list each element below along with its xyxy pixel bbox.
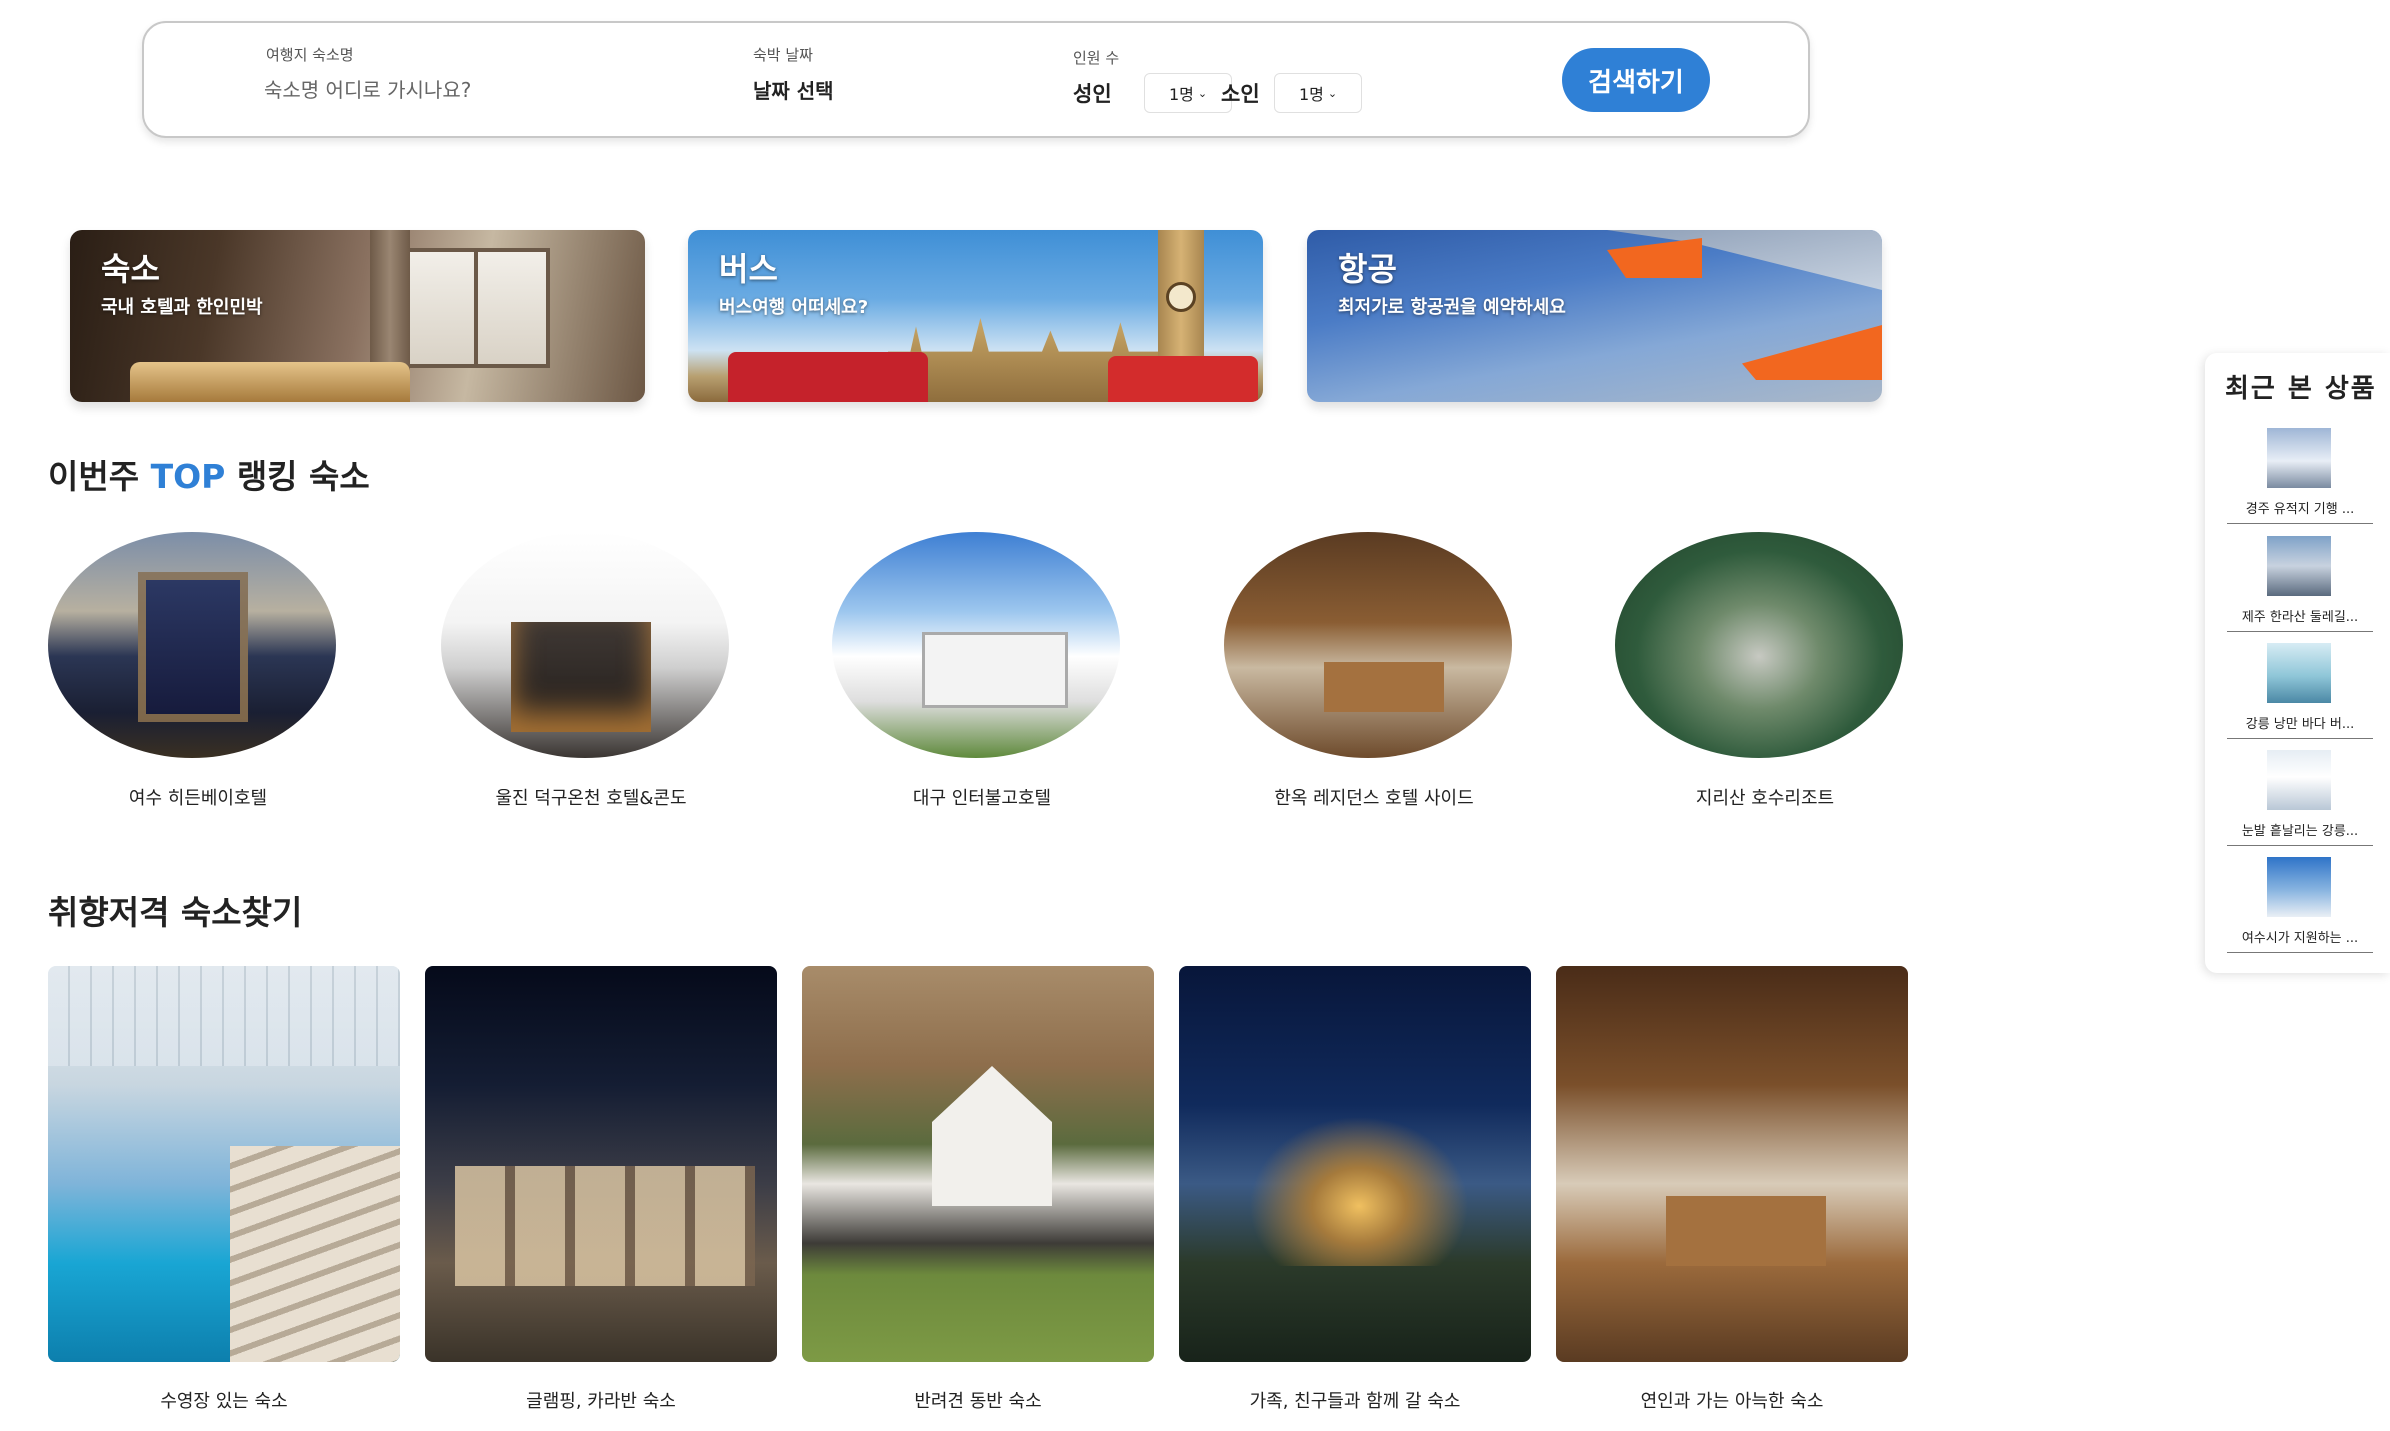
destination-label: 여행지 숙소명 xyxy=(266,46,354,64)
search-button[interactable]: 검색하기 xyxy=(1562,48,1710,112)
taste-card-label: 연인과 가는 아늑한 숙소 xyxy=(1640,1391,1824,1412)
recent-product-label: 눈발 흩날리는 강릉... xyxy=(2241,824,2359,839)
recent-product-item[interactable]: 여수시가 지원하는 ... xyxy=(2227,849,2373,953)
chevron-down-icon: ⌄ xyxy=(1197,86,1208,100)
recent-products-panel: 최근 본 상품 경주 유적지 기행 ... 제주 한라산 둘레길... 강릉 낭… xyxy=(2205,353,2390,973)
recent-products-title: 최근 본 상품 xyxy=(2225,374,2377,404)
search-bar: 여행지 숙소명 숙박 날짜 날짜 선택 인원 수 성인 1명 ⌄ 소인 1명 ⌄… xyxy=(142,21,1810,138)
taste-card-label: 수영장 있는 숙소 xyxy=(160,1391,288,1412)
ranking-section-title: 이번주 TOP 랭킹 숙소 xyxy=(48,450,370,498)
ranking-item-name: 여수 히든베이호텔 xyxy=(128,788,268,809)
recent-product-thumbnail xyxy=(2267,428,2331,488)
ranking-title-suffix: 랭킹 숙소 xyxy=(225,457,370,496)
banner-subtitle: 최저가로 항공권을 예약하세요 xyxy=(1338,297,1566,318)
recent-product-item[interactable]: 눈발 흩날리는 강릉... xyxy=(2227,742,2373,846)
recent-product-thumbnail xyxy=(2267,857,2331,917)
recent-product-label: 강릉 낭만 바다 버... xyxy=(2245,717,2355,732)
wingtip-image xyxy=(1742,325,1882,380)
ranking-item[interactable]: 지리산 호수리조트 xyxy=(1615,532,1915,809)
recent-product-label: 경주 유적지 기행 ... xyxy=(2245,502,2355,517)
taste-card[interactable]: 반려견 동반 숙소 xyxy=(802,966,1154,1412)
child-count-value: 1명 xyxy=(1298,85,1324,104)
guest-label: 인원 수 xyxy=(1073,49,1120,67)
taste-card[interactable]: 가족, 친구들과 함께 갈 숙소 xyxy=(1179,966,1531,1412)
hanok-room-photo xyxy=(1556,966,1908,1362)
wingtip-image xyxy=(1607,238,1702,278)
recent-product-thumbnail xyxy=(2267,536,2331,596)
glamping-photo xyxy=(425,966,777,1362)
pool-photo xyxy=(48,966,400,1362)
taste-card[interactable]: 글램핑, 카라반 숙소 xyxy=(425,966,777,1412)
recent-product-item[interactable]: 경주 유적지 기행 ... xyxy=(2227,420,2373,524)
banner-title: 버스 xyxy=(719,250,778,288)
window-image xyxy=(400,248,550,368)
family-resort-photo xyxy=(1179,966,1531,1362)
taste-card[interactable]: 수영장 있는 숙소 xyxy=(48,966,400,1412)
recent-product-item[interactable]: 강릉 낭만 바다 버... xyxy=(2227,635,2373,739)
ranking-item[interactable]: 한옥 레지던스 호텔 사이드 xyxy=(1224,532,1524,809)
chevron-down-icon: ⌄ xyxy=(1327,86,1338,100)
taste-section-title: 취향저격 숙소찾기 xyxy=(48,893,303,932)
adult-count-select[interactable]: 1명 ⌄ xyxy=(1144,73,1232,113)
bed-image xyxy=(130,362,410,402)
hotel-photo xyxy=(441,532,729,758)
taste-card-label: 글램핑, 카라반 숙소 xyxy=(526,1391,676,1412)
date-label: 숙박 날짜 xyxy=(753,46,813,64)
ranking-item-name: 대구 인터불고호텔 xyxy=(912,788,1052,809)
hotel-photo xyxy=(1224,532,1512,758)
recent-product-thumbnail xyxy=(2267,750,2331,810)
banner-subtitle: 국내 호텔과 한인민박 xyxy=(101,297,263,318)
pet-friendly-photo xyxy=(802,966,1154,1362)
taste-card-label: 반려견 동반 숙소 xyxy=(914,1391,1042,1412)
double-decker-bus-image xyxy=(1108,356,1258,402)
banner-subtitle: 버스여행 어떠세요? xyxy=(719,297,869,318)
adult-count-value: 1명 xyxy=(1168,85,1194,104)
hotel-photo xyxy=(48,532,336,758)
recent-product-item[interactable]: 제주 한라산 둘레길... xyxy=(2227,528,2373,632)
hotel-photo xyxy=(1615,532,1903,758)
ranking-title-prefix: 이번주 xyxy=(48,457,151,496)
ranking-title-accent: TOP xyxy=(150,457,226,496)
banner-stay[interactable]: 숙소 국내 호텔과 한인민박 xyxy=(70,230,645,402)
child-label: 소인 xyxy=(1221,82,1260,106)
recent-product-label: 여수시가 지원하는 ... xyxy=(2241,931,2359,946)
child-count-select[interactable]: 1명 ⌄ xyxy=(1274,73,1362,113)
ranking-item-name: 울진 덕구온천 호텔&콘도 xyxy=(495,788,687,809)
taste-card[interactable]: 연인과 가는 아늑한 숙소 xyxy=(1556,966,1908,1412)
taste-card-label: 가족, 친구들과 함께 갈 숙소 xyxy=(1249,1391,1461,1412)
ranking-item-name: 지리산 호수리조트 xyxy=(1695,788,1835,809)
ranking-item[interactable]: 울진 덕구온천 호텔&콘도 xyxy=(441,532,741,809)
recent-product-thumbnail xyxy=(2267,643,2331,703)
hotel-photo xyxy=(832,532,1120,758)
banner-bus[interactable]: 버스 버스여행 어떠세요? xyxy=(688,230,1263,402)
recent-product-label: 제주 한라산 둘레길... xyxy=(2241,610,2359,625)
banner-title: 숙소 xyxy=(101,250,160,288)
adult-label: 성인 xyxy=(1073,82,1112,106)
clock-icon xyxy=(1166,282,1196,312)
ranking-item[interactable]: 여수 히든베이호텔 xyxy=(48,532,348,809)
date-picker[interactable]: 날짜 선택 xyxy=(753,75,834,104)
banner-title: 항공 xyxy=(1338,250,1397,288)
destination-input[interactable] xyxy=(264,73,584,107)
ranking-item[interactable]: 대구 인터불고호텔 xyxy=(832,532,1132,809)
double-decker-bus-image xyxy=(728,352,928,402)
ranking-item-name: 한옥 레지던스 호텔 사이드 xyxy=(1274,788,1474,809)
banner-air[interactable]: 항공 최저가로 항공권을 예약하세요 xyxy=(1307,230,1882,402)
